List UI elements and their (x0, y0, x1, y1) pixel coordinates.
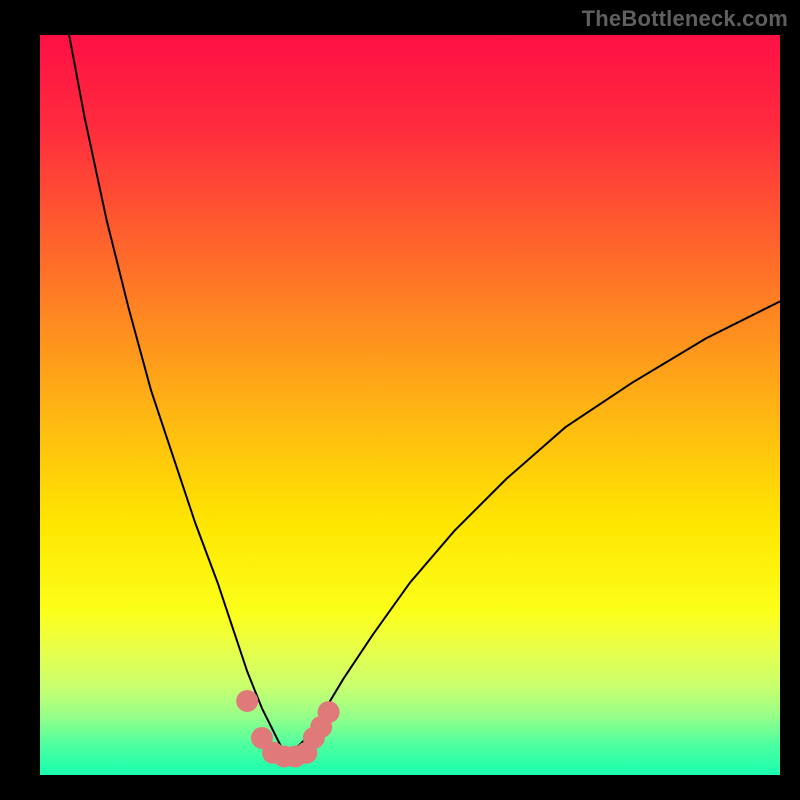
watermark-text: TheBottleneck.com (582, 6, 788, 32)
chart-frame: TheBottleneck.com (0, 0, 800, 800)
plot-area (40, 35, 780, 775)
plot-svg (40, 35, 780, 775)
valley-marker (318, 701, 340, 723)
valley-marker (236, 690, 258, 712)
bottleneck-curve (40, 35, 780, 753)
marker-group (236, 690, 339, 768)
